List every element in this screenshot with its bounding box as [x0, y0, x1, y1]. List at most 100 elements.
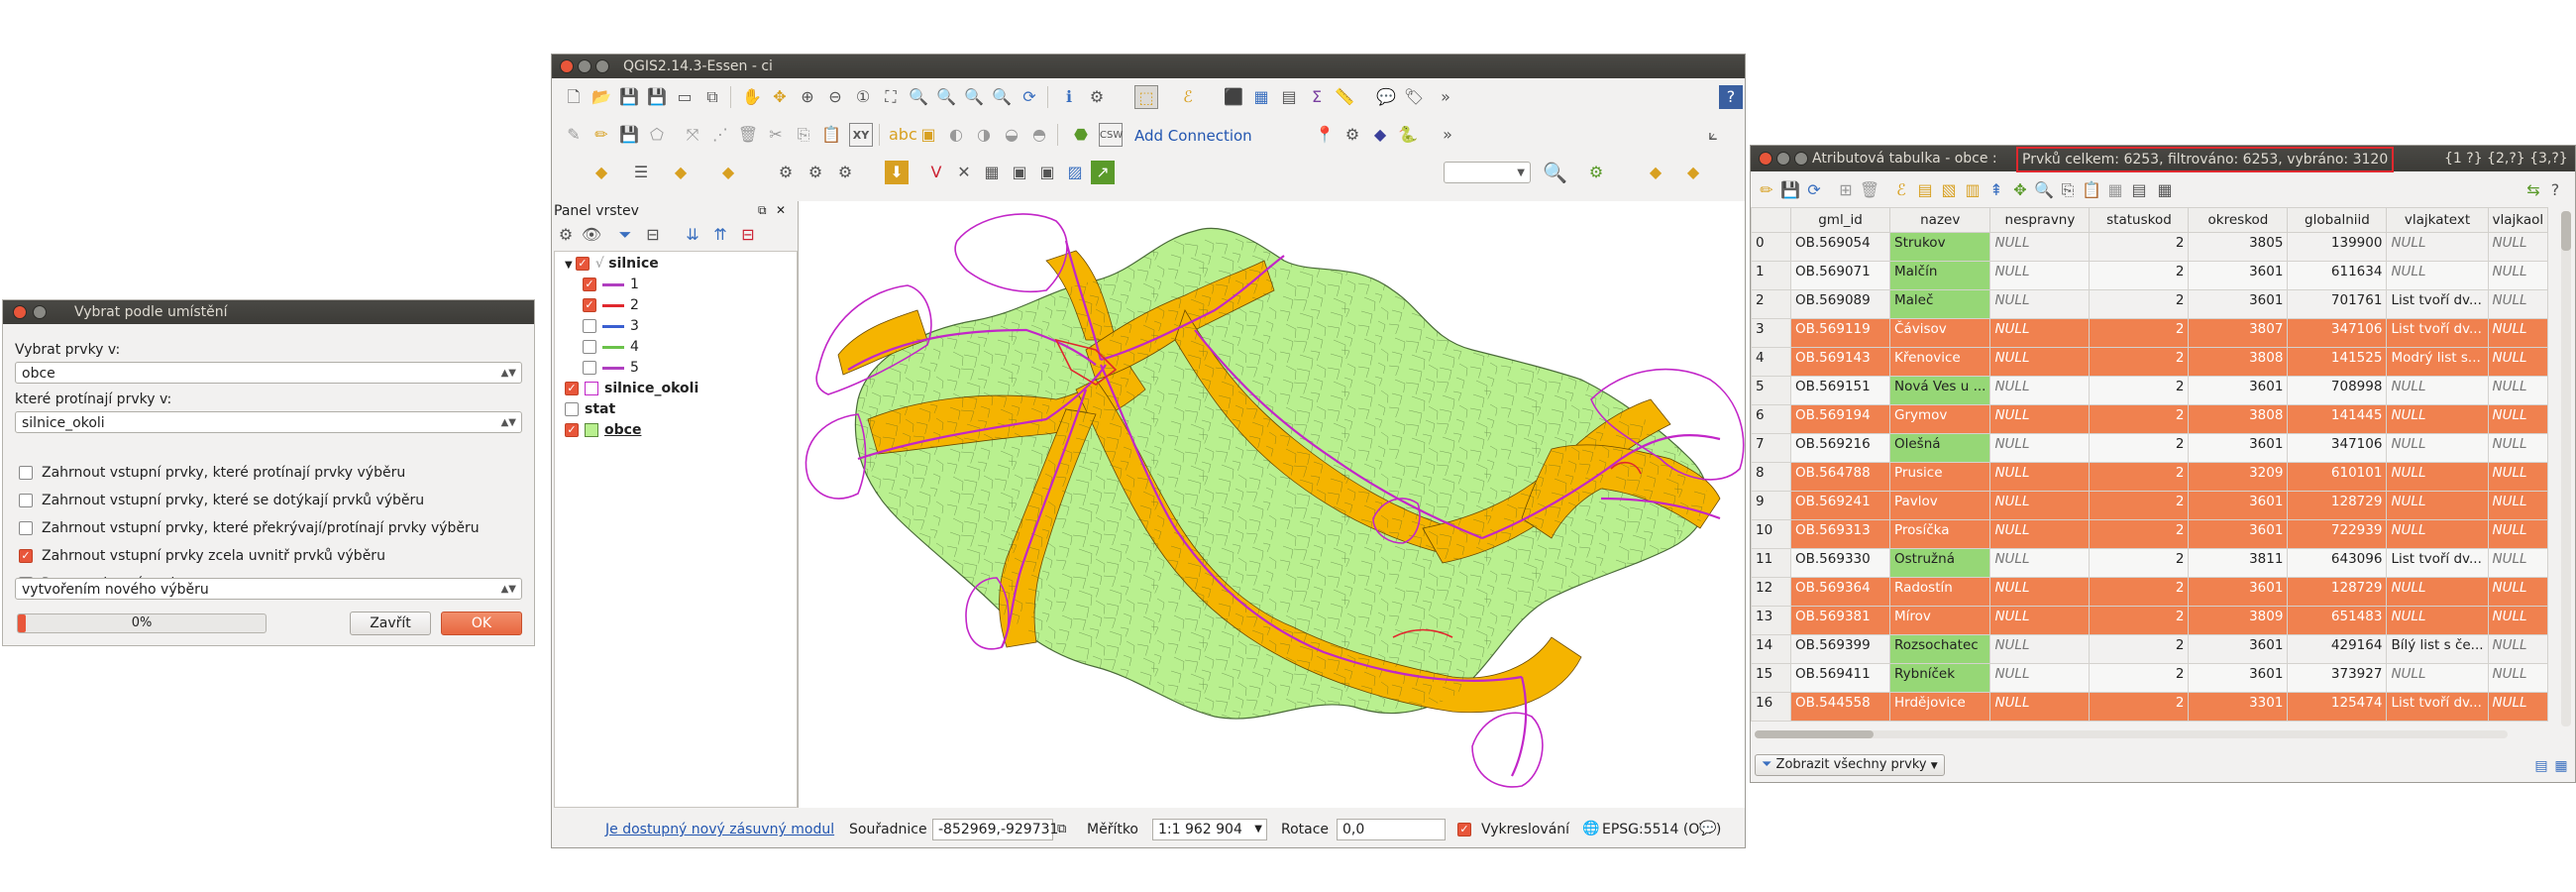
cell-nespravny[interactable]: NULL	[1989, 634, 2091, 664]
cell-nespravny[interactable]: NULL	[1989, 606, 2091, 635]
row-index[interactable]: 12	[1751, 577, 1791, 607]
cell-vlajkatext[interactable]: NULL	[2386, 606, 2489, 635]
cell-okreskod[interactable]: 3601	[2188, 433, 2289, 463]
cell-nazev[interactable]: Nová Ves u ...	[1888, 376, 1991, 405]
cell-okreskod[interactable]: 3811	[2188, 548, 2289, 578]
cell-statuskod[interactable]: 2	[2089, 462, 2190, 492]
new-field-icon[interactable]: ▤	[2127, 178, 2151, 202]
checkbox-icon[interactable]	[583, 361, 596, 375]
cell-nespravny[interactable]: NULL	[1989, 232, 2091, 262]
checkbox-checked-icon[interactable]: ✓	[19, 549, 33, 563]
cell-okreskod[interactable]: 3601	[2188, 634, 2289, 664]
layer-item-1[interactable]: ✓ 1	[583, 277, 639, 292]
row-index[interactable]: 9	[1751, 491, 1791, 520]
invert-selection-icon[interactable]: ▧	[1937, 178, 1961, 202]
heatmap-icon[interactable]: ▦	[980, 161, 1004, 184]
collapse-all-icon[interactable]: ⇈	[708, 223, 732, 247]
composer-manager-icon[interactable]: ⧉	[700, 85, 724, 109]
table-row[interactable]: 3 OB.569119 Čávisov NULL 2 3807 347106 List tvo…	[1751, 318, 2549, 348]
cell-vlajkaol[interactable]: NULL	[2487, 232, 2549, 262]
row-index[interactable]: 15	[1751, 663, 1791, 693]
cell-statuskod[interactable]: 2	[2089, 519, 2190, 549]
cell-gml_id[interactable]: OB.569071	[1790, 261, 1890, 290]
checkbox-icon[interactable]	[583, 340, 596, 354]
table-row[interactable]: 14 OB.569399 Rozsochatec NULL 2 3601 429164 Bíl…	[1751, 634, 2549, 664]
column-header-vlajkaol[interactable]: vlajkaol	[2487, 207, 2549, 233]
field-calculator-icon[interactable]: ▦	[2153, 178, 2177, 202]
cell-vlajkatext[interactable]: List tvoří dv...	[2386, 692, 2489, 722]
cell-nespravny[interactable]: NULL	[1989, 433, 2091, 463]
render-checkbox[interactable]: ✓	[1457, 822, 1480, 837]
panel-close-icon[interactable]: ✕	[776, 203, 786, 217]
zoom-native-icon[interactable]: ①	[851, 85, 875, 109]
cell-gml_id[interactable]: OB.544558	[1790, 692, 1890, 722]
option-checkbox-row[interactable]: ✓ Zahrnout vstupní prvky zcela uvnitř prv…	[19, 548, 385, 564]
row-index[interactable]: 14	[1751, 634, 1791, 664]
window-maximize-icon[interactable]	[595, 59, 609, 73]
intersect-layer-combo[interactable]: silnice_okoli ▲▼	[15, 411, 522, 433]
checkbox-icon[interactable]	[19, 521, 33, 535]
add-group-icon[interactable]: 👁	[580, 223, 603, 247]
style-icon[interactable]: ▨	[1063, 161, 1087, 184]
georeferencer-icon[interactable]: ⚙	[1341, 123, 1364, 147]
scrollbar-thumb[interactable]	[1755, 730, 1874, 738]
cell-okreskod[interactable]: 3601	[2188, 261, 2289, 290]
table-row[interactable]: 6 OB.569194 Grymov NULL 2 3808 141445 NULL NULL	[1751, 404, 2549, 434]
panel-float-icon[interactable]: ⧉	[758, 203, 767, 218]
cell-globalniid[interactable]: 651483	[2287, 606, 2388, 635]
identify-icon[interactable]: ℹ	[1057, 85, 1081, 109]
cell-gml_id[interactable]: OB.569194	[1790, 404, 1890, 434]
label-tool-icon[interactable]: abc	[889, 123, 917, 147]
checkbox-checked-icon[interactable]: ✓	[583, 298, 596, 312]
cell-statuskod[interactable]: 2	[2089, 376, 2190, 405]
cell-vlajkatext[interactable]: NULL	[2386, 404, 2489, 434]
window-minimize-icon[interactable]	[578, 59, 591, 73]
row-index[interactable]: 16	[1751, 692, 1791, 722]
reload-icon[interactable]: ⟳	[1802, 178, 1826, 202]
delete-field-icon[interactable]: ▦	[2103, 178, 2127, 202]
table-row[interactable]: 11 OB.569330 Ostružná NULL 2 3811 643096 List t…	[1751, 548, 2549, 578]
checkbox-icon[interactable]	[19, 466, 33, 480]
window-close-icon[interactable]	[560, 59, 574, 73]
cell-gml_id[interactable]: OB.569330	[1790, 548, 1890, 578]
zoom-to-selected-icon[interactable]: 🔍	[2032, 178, 2056, 202]
row-index[interactable]: 6	[1751, 404, 1791, 434]
cell-nazev[interactable]: Hrdějovice	[1888, 692, 1991, 722]
new-project-icon[interactable]: 🗋	[562, 85, 586, 109]
cell-okreskod[interactable]: 3601	[2188, 289, 2289, 319]
cell-vlajkaol[interactable]: NULL	[2487, 491, 2549, 520]
row-index[interactable]: 11	[1751, 548, 1791, 578]
cell-nazev[interactable]: Grymov	[1888, 404, 1991, 434]
add-vector-icon[interactable]: ◆	[590, 161, 613, 184]
statistics-icon[interactable]: Σ	[1305, 85, 1329, 109]
download-icon[interactable]: ⬇	[885, 161, 909, 184]
cell-nespravny[interactable]: NULL	[1989, 347, 2091, 377]
cell-nazev[interactable]: Radostín	[1888, 577, 1991, 607]
ok-button[interactable]: OK	[441, 612, 522, 635]
cell-globalniid[interactable]: 347106	[2287, 318, 2388, 348]
cell-globalniid[interactable]: 610101	[2287, 462, 2388, 492]
checkbox-checked-icon[interactable]: ✓	[583, 278, 596, 291]
cell-vlajkaol[interactable]: NULL	[2487, 663, 2549, 693]
window-maximize-icon[interactable]	[1794, 152, 1808, 166]
cell-nazev[interactable]: Čávisov	[1888, 318, 1991, 348]
cell-nespravny[interactable]: NULL	[1989, 376, 2091, 405]
checkbox-checked-icon[interactable]: ✓	[565, 382, 579, 395]
layer-item-2[interactable]: ✓ 2	[583, 297, 639, 313]
add-delimited-icon[interactable]: ◆	[716, 161, 740, 184]
cell-nazev[interactable]: Ostružná	[1888, 548, 1991, 578]
checkbox-icon[interactable]	[19, 494, 33, 507]
row-index[interactable]: 2	[1751, 289, 1791, 319]
cell-vlajkaol[interactable]: NULL	[2487, 289, 2549, 319]
table-row[interactable]: 2 OB.569089 Maleč NULL 2 3601 701761 List tvoří…	[1751, 289, 2549, 319]
table-row[interactable]: 1 OB.569071 Malčín NULL 2 3601 611634 NULL NULL	[1751, 261, 2549, 290]
cell-nazev[interactable]: Maleč	[1888, 289, 1991, 319]
align-icon[interactable]: ☰	[629, 161, 653, 184]
csw-icon[interactable]: CSW	[1099, 123, 1123, 147]
cell-nespravny[interactable]: NULL	[1989, 404, 2091, 434]
pan-to-selection-icon[interactable]: ✥	[768, 85, 792, 109]
table-row[interactable]: 8 OB.564788 Prusice NULL 2 3209 610101 NULL NULL	[1751, 462, 2549, 492]
cell-nazev[interactable]: Křenovice	[1888, 347, 1991, 377]
table-row[interactable]: 4 OB.569143 Křenovice NULL 2 3808 141525 Modrý …	[1751, 347, 2549, 377]
label-show-icon[interactable]: ◐	[944, 123, 968, 147]
